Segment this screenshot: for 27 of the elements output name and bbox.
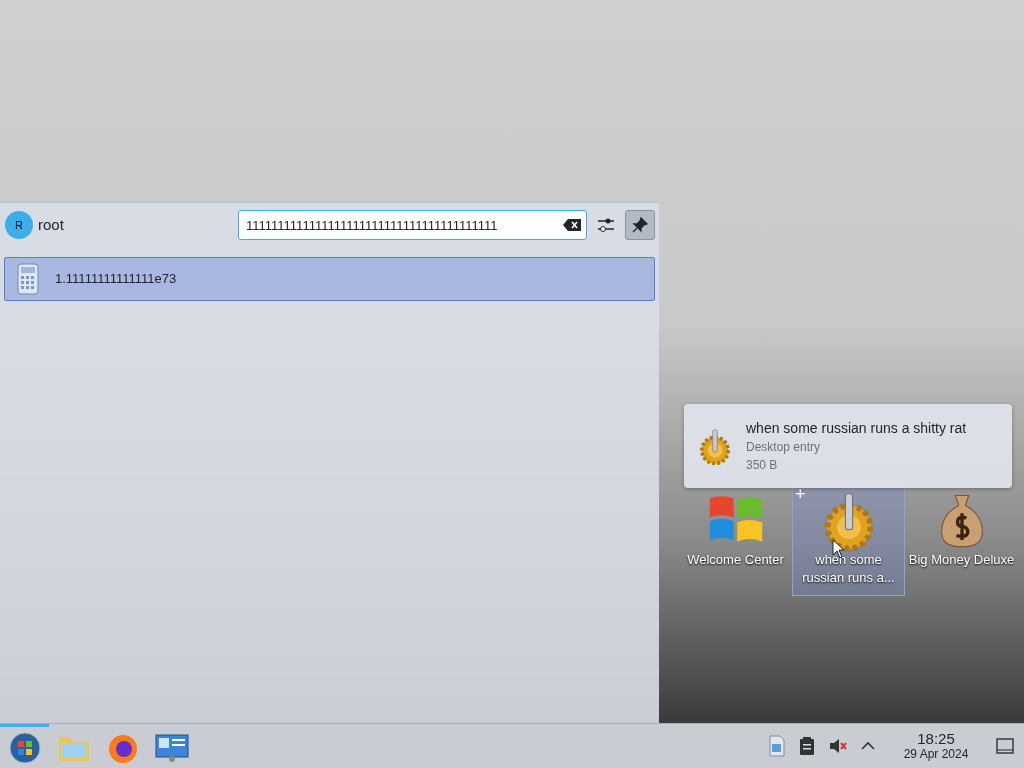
clipboard-icon[interactable]: [798, 736, 816, 756]
pin-button[interactable]: [625, 210, 655, 240]
desktop-icon[interactable]: Welcome Center: [679, 486, 792, 596]
tooltip-title: when some russian runs a shitty rat: [746, 419, 967, 438]
speaker-muted-icon[interactable]: [828, 736, 848, 756]
filter-settings-icon[interactable]: [597, 216, 615, 234]
icon-label: Big Money Deluxe: [907, 551, 1016, 569]
user-name: root: [38, 214, 64, 235]
clock-date: 29 Apr 2024: [903, 747, 969, 761]
icon-label: Welcome Center: [686, 551, 785, 569]
calculator-icon: [17, 263, 39, 295]
result-label: 1.11111111111111e73: [55, 270, 177, 289]
icon-label: when some russian runs a...: [801, 551, 896, 587]
search-field[interactable]: 1111111111111111111111111111111111111111: [238, 210, 587, 240]
start-orb-icon: [8, 731, 41, 764]
show-desktop-icon[interactable]: [996, 738, 1014, 754]
desktop-icon[interactable]: Big Money Deluxe: [905, 486, 1018, 596]
clear-text-icon[interactable]: [563, 219, 581, 231]
pin-icon: [632, 217, 648, 233]
result-item[interactable]: 1.11111111111111e73: [4, 257, 655, 301]
clock[interactable]: 18:25 29 Apr 2024: [896, 731, 976, 761]
user-avatar[interactable]: R: [5, 211, 33, 239]
clock-time: 18:25: [917, 731, 955, 747]
tooltip-size: 350 B: [746, 457, 779, 474]
monitor-icon: [154, 732, 189, 763]
desktop-icon[interactable]: + when some russian runs a...: [792, 486, 905, 596]
tooltip-type: Desktop entry: [746, 439, 822, 456]
